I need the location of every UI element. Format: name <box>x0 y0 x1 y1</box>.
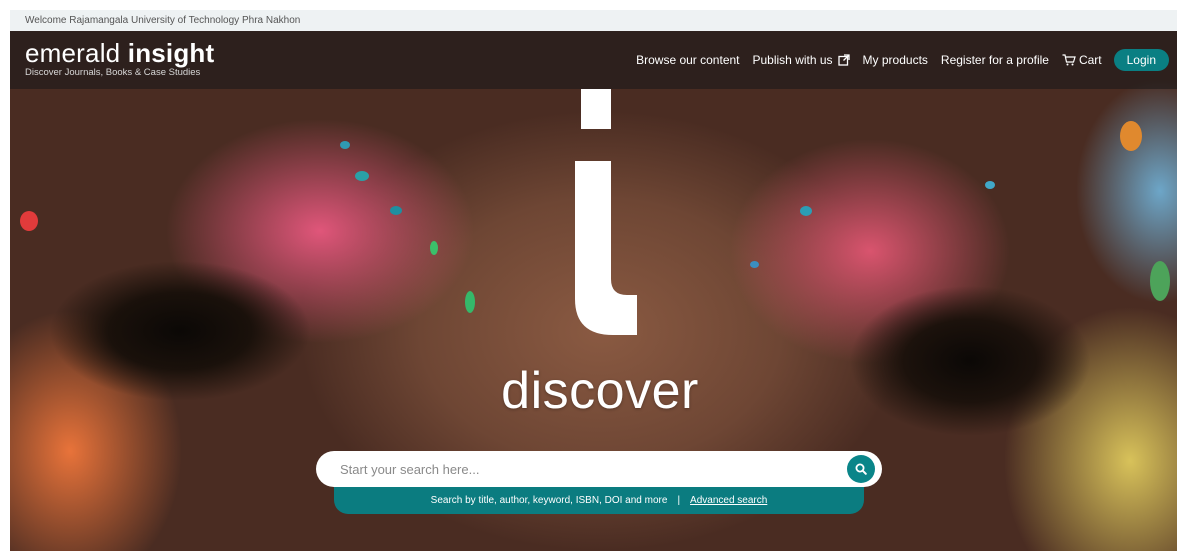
nav-browse-content[interactable]: Browse our content <box>636 53 739 67</box>
search-hint-bar: Search by title, author, keyword, ISBN, … <box>334 487 864 514</box>
paint-speck <box>800 206 812 216</box>
cart-icon <box>1062 54 1076 66</box>
paint-speck <box>430 241 438 255</box>
main-nav: Browse our content Publish with us My pr… <box>623 49 1169 71</box>
nav-cart-label: Cart <box>1078 53 1102 67</box>
logo-wordmark: emerald insight <box>25 39 214 67</box>
login-button[interactable]: Login <box>1113 49 1169 71</box>
search-icon <box>855 463 867 475</box>
paint-speck <box>355 171 369 181</box>
search-hint-text: Search by title, author, keyword, ISBN, … <box>430 495 668 506</box>
nav-publish-with-us[interactable]: Publish with us <box>753 53 850 67</box>
nav-publish-label: Publish with us <box>752 53 833 67</box>
nav-products-label: My products <box>862 53 928 67</box>
hint-separator: | <box>677 495 681 506</box>
search-input[interactable] <box>316 451 882 487</box>
search-button[interactable] <box>847 455 875 483</box>
nav-register-profile[interactable]: Register for a profile <box>941 53 1049 67</box>
logo-tagline: Discover Journals, Books & Case Studies <box>25 67 201 78</box>
nav-register-label: Register for a profile <box>940 53 1049 67</box>
insight-i-glyph <box>575 89 637 335</box>
welcome-text: Welcome Rajamangala University of Techno… <box>25 15 301 26</box>
external-link-icon <box>837 54 850 66</box>
paint-speck <box>1150 261 1170 301</box>
logo-word-emerald: emerald <box>25 38 128 68</box>
paint-speck <box>340 141 350 149</box>
paint-speck <box>20 211 38 231</box>
nav-my-products[interactable]: My products <box>863 53 928 67</box>
paint-speck <box>465 291 475 313</box>
hero-banner: emerald insight Discover Journals, Books… <box>10 31 1177 551</box>
emerald-insight-logo[interactable]: emerald insight Discover Journals, Books… <box>25 39 214 78</box>
paint-speck <box>1120 121 1142 151</box>
paint-speck <box>750 261 759 268</box>
logo-word-insight: insight <box>127 38 215 68</box>
welcome-bar: Welcome Rajamangala University of Techno… <box>10 10 1177 31</box>
paint-speck <box>985 181 995 189</box>
advanced-search-link[interactable]: Advanced search <box>690 495 767 506</box>
hero-heading: discover <box>501 362 699 420</box>
site-header: emerald insight Discover Journals, Books… <box>10 31 1177 89</box>
paint-speck <box>390 206 402 215</box>
nav-browse-label: Browse our content <box>636 53 740 67</box>
nav-cart[interactable]: Cart <box>1062 53 1102 67</box>
search-box <box>316 451 882 487</box>
